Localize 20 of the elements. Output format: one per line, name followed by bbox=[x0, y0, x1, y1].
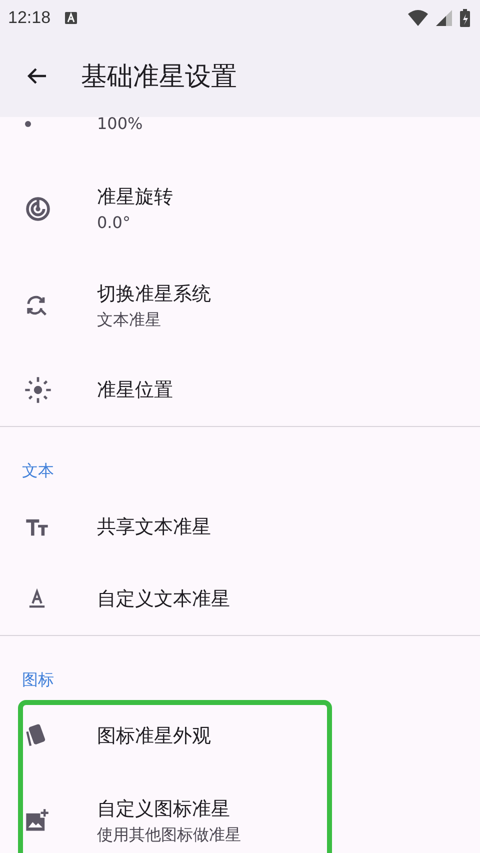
screen-title: 基础准星设置 bbox=[81, 60, 237, 94]
settings-item[interactable]: 自定义文本准星 bbox=[0, 563, 480, 635]
settings-item[interactable]: 100% bbox=[0, 117, 480, 160]
settings-item[interactable]: 准星旋转 0.0° bbox=[0, 160, 480, 257]
dot-icon bbox=[24, 120, 32, 128]
section-header: 图标 bbox=[21, 669, 55, 691]
clock: 12:18 bbox=[8, 8, 51, 28]
brightness-icon bbox=[24, 376, 52, 404]
section-header: 文本 bbox=[21, 460, 55, 482]
settings-item[interactable]: 切换准星系统 文本准星 bbox=[0, 257, 480, 354]
settings-item[interactable]: 准星位置 bbox=[0, 354, 480, 426]
battery-icon bbox=[460, 8, 470, 26]
notification-icon bbox=[64, 12, 77, 24]
add-image-icon bbox=[24, 808, 50, 834]
settings-item[interactable]: 自定义图标准星 使用其他图标做准星 bbox=[0, 772, 480, 853]
wifi-icon bbox=[408, 10, 428, 26]
settings-item[interactable]: 图标准星外观 bbox=[0, 700, 480, 772]
signal-icon bbox=[436, 10, 452, 26]
target-icon bbox=[24, 194, 52, 222]
settings-item[interactable]: 共享文本准星 bbox=[0, 491, 480, 563]
